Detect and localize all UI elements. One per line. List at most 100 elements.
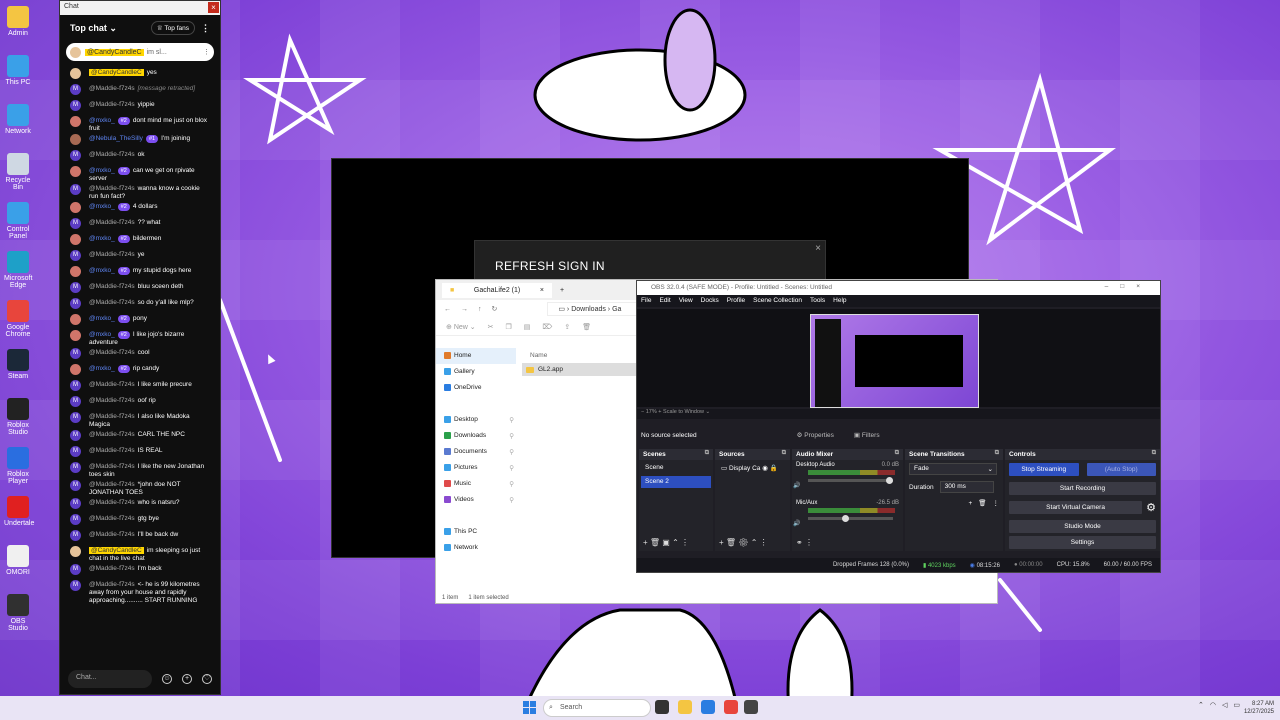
menu-item[interactable]: File	[641, 297, 651, 305]
message-author[interactable]: @Maddie-f7z4s	[89, 581, 135, 588]
top-fans-button[interactable]: ♕ Top fans	[150, 21, 195, 35]
nav-item[interactable]: Pictures ⚲	[436, 460, 516, 476]
chat-message[interactable]: M @Maddie-f7z4s ye	[60, 249, 215, 265]
dock-icon[interactable]: ⧉	[995, 450, 999, 457]
message-author[interactable]: @Maddie-f7z4s	[89, 185, 135, 192]
chat-message[interactable]: M @Maddie-f7z4s *john doe NOT JONATHAN TOE…	[60, 479, 215, 497]
nav-item[interactable]: Music ⚲	[436, 476, 516, 492]
desktop-icon[interactable]: OMORI	[4, 545, 32, 576]
message-author[interactable]: @Nebula_TheSilly	[89, 135, 143, 142]
more-icon[interactable]: ⋮	[760, 538, 768, 547]
back-icon[interactable]: ←	[444, 306, 451, 313]
dock-icon[interactable]: ⧉	[895, 450, 899, 457]
message-author[interactable]: @Maddie-f7z4s	[89, 381, 135, 388]
message-author[interactable]: @Maddie-f7z4s	[89, 447, 135, 454]
trash-icon[interactable]: 🗑	[978, 499, 986, 507]
pin-icon[interactable]: ⚲	[509, 464, 514, 472]
message-author[interactable]: @mxko_	[89, 267, 115, 274]
chat-message[interactable]: M @Maddie-f7z4s ok	[60, 149, 215, 165]
paste-icon[interactable]: ▤	[524, 323, 531, 331]
message-author[interactable]: @Maddie-f7z4s	[89, 101, 135, 108]
start-virtual-camera-button[interactable]: Start Virtual Camera	[1009, 501, 1143, 514]
chat-message[interactable]: M @Maddie-f7z4s I like smile precure	[60, 379, 215, 395]
menu-item[interactable]: Help	[833, 297, 846, 305]
nav-item[interactable]: OneDrive	[436, 380, 516, 396]
chat-message[interactable]: M @Maddie-f7z4s IS REAL	[60, 445, 215, 461]
message-author[interactable]: @Maddie-f7z4s	[89, 219, 135, 226]
nav-item[interactable]: Videos ⚲	[436, 492, 516, 508]
message-author[interactable]: @Maddie-f7z4s	[89, 151, 135, 158]
message-author[interactable]: @CandyCandleC	[89, 69, 144, 76]
explorer-tab[interactable]: ■ GachaLife2 (1) ×	[442, 282, 552, 298]
speaker-icon[interactable]: 🔊	[793, 482, 800, 489]
nav-item[interactable]: Documents ⚲	[436, 444, 516, 460]
desktop-icon[interactable]: Google Chrome	[4, 300, 32, 338]
settings-button[interactable]: Settings	[1009, 536, 1156, 549]
new-tab-icon[interactable]: +	[560, 287, 564, 294]
dock-icon[interactable]: ⧉	[705, 450, 709, 457]
chat-message[interactable]: @mxko_ #2 my stupid dogs here	[60, 265, 215, 281]
desktop-icon[interactable]: Control Panel	[4, 202, 32, 240]
desktop-icon[interactable]: Recycle Bin	[4, 153, 32, 191]
message-author[interactable]: @Maddie-f7z4s	[89, 251, 135, 258]
menu-item[interactable]: Tools	[810, 297, 825, 305]
message-author[interactable]: @mxko_	[89, 117, 115, 124]
more-icon[interactable]: ⋮	[681, 538, 689, 547]
message-author[interactable]: @Maddie-f7z4s	[89, 431, 135, 438]
chat-message[interactable]: @CandyCandleC yes	[60, 67, 215, 83]
chat-message[interactable]: @mxko_ #2 can we get on rpivate server	[60, 165, 215, 183]
message-author[interactable]: @Maddie-f7z4s	[89, 283, 135, 290]
chat-message[interactable]: @mxko_ #2 I like jojo's bizarre adventure	[60, 329, 215, 347]
message-author[interactable]: @mxko_	[89, 331, 115, 338]
chevron-up-icon[interactable]: ⌃	[1198, 701, 1204, 709]
slider-knob[interactable]	[842, 515, 849, 522]
obs-preview[interactable]	[637, 309, 1160, 408]
desktop-icon[interactable]: Network	[4, 104, 32, 135]
chat-message[interactable]: M @Maddie-f7z4s oof rip	[60, 395, 215, 411]
desktop-icon[interactable]: OBS Studio	[4, 594, 32, 632]
desktop-icon[interactable]: Undertale	[4, 496, 34, 527]
rename-icon[interactable]: ⌦	[542, 323, 552, 331]
trash-icon[interactable]: 🗑	[650, 538, 660, 547]
chat-message[interactable]: M @Maddie-f7z4s cool	[60, 347, 215, 363]
nav-item[interactable]: Desktop ⚲	[436, 412, 516, 428]
cut-icon[interactable]: ✂	[488, 323, 494, 331]
chat-message[interactable]: @mxko_ #2 4 dollars	[60, 201, 215, 217]
chat-message[interactable]: M @Maddie-f7z4s I'm back	[60, 563, 215, 579]
chat-message[interactable]: M @Maddie-f7z4s so do y'all like mlp?	[60, 297, 215, 313]
scene-item[interactable]: Scene	[641, 462, 711, 474]
scene-item[interactable]: Scene 2	[641, 476, 711, 488]
message-author[interactable]: @Maddie-f7z4s	[89, 463, 135, 470]
chat-message[interactable]: @CandyCandleC im sleeping so just chat in…	[60, 545, 215, 563]
chat-message[interactable]: M @Maddie-f7z4s CARL THE NPC	[60, 429, 215, 445]
more-icon[interactable]: ⋮	[993, 499, 1000, 507]
chat-message[interactable]: M @Maddie-f7z4s I like the new Jonathan to…	[60, 461, 215, 479]
chat-message[interactable]: M @Maddie-f7z4s wanna know a cookie run fu…	[60, 183, 215, 201]
link-icon[interactable]: ⚭	[796, 538, 803, 547]
emoji-icon[interactable]: ☺	[162, 674, 172, 684]
auto-stop-button[interactable]: (Auto Stop)	[1086, 463, 1156, 476]
store-icon[interactable]	[701, 700, 715, 714]
add-icon[interactable]: +	[968, 500, 972, 507]
nav-item[interactable]: This PC	[436, 524, 516, 540]
lock-icon[interactable]: 🔒	[770, 465, 778, 472]
add-icon[interactable]: +	[182, 674, 192, 684]
chat-message[interactable]: M @Maddie-f7z4s gtg bye	[60, 513, 215, 529]
close-icon[interactable]: ×	[540, 287, 544, 294]
chat-message[interactable]: M @Maddie-f7z4s yippie	[60, 99, 215, 115]
message-author[interactable]: @Maddie-f7z4s	[89, 397, 135, 404]
share-icon[interactable]: ⇪	[564, 323, 570, 331]
desktop-icon[interactable]: Roblox Studio	[4, 398, 32, 436]
nav-item[interactable]: Network	[436, 540, 516, 556]
eye-icon[interactable]: ◉	[762, 465, 768, 472]
message-author[interactable]: @Maddie-f7z4s	[89, 499, 135, 506]
desktop-icon[interactable]: Microsoft Edge	[4, 251, 32, 289]
add-icon[interactable]: +	[719, 538, 724, 547]
volume-slider[interactable]	[808, 477, 894, 484]
message-author[interactable]: @Maddie-f7z4s	[89, 349, 135, 356]
close-icon[interactable]: ×	[815, 243, 821, 254]
add-icon[interactable]: +	[643, 538, 648, 547]
close-icon[interactable]: ×	[208, 2, 219, 13]
nav-item[interactable]: Home	[436, 348, 516, 364]
message-author[interactable]: @Maddie-f7z4s	[89, 515, 135, 522]
